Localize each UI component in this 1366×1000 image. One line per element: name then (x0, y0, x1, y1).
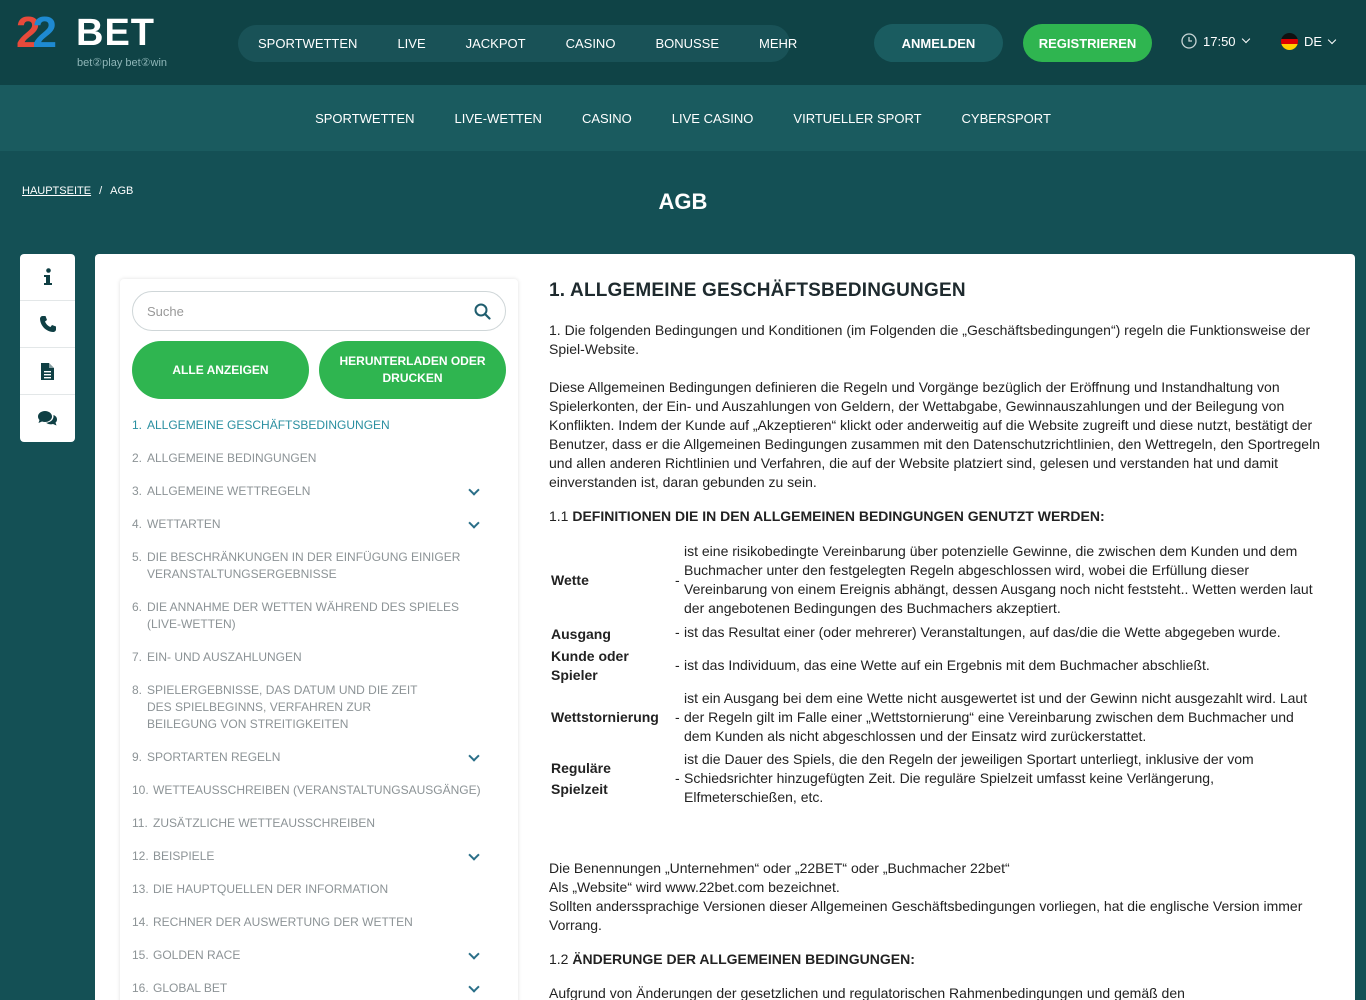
info-button[interactable] (20, 254, 75, 301)
time-value: 17:50 (1203, 33, 1236, 49)
definition-dash: - (675, 657, 680, 673)
definition-term: Reguläre Spielzeit (551, 760, 611, 797)
nav-mehr[interactable]: MEHR (759, 36, 797, 51)
definition-text: ist das Resultat einer (oder mehrerer) V… (684, 624, 1281, 640)
definition-text: ist ein Ausgang bei dem eine Wette nicht… (684, 690, 1308, 744)
document-icon (41, 362, 54, 380)
login-button[interactable]: ANMELDEN (874, 24, 1003, 62)
definition-term: Ausgang (551, 626, 611, 642)
chat-button[interactable] (20, 395, 75, 442)
toc-sidebar: ALLE ANZEIGEN HERUNTERLADEN ODER DRUCKEN… (120, 279, 518, 1000)
subsection-heading: 1.1 DEFINITIONEN DIE IN DEN ALLGEMEINEN … (549, 508, 1105, 524)
german-flag-icon (1281, 33, 1298, 50)
toc-item[interactable]: 11. ZUSÄTZLICHE WETTEAUSSCHREIBEN (132, 815, 492, 832)
chevron-down-icon (1241, 34, 1250, 44)
toc-item[interactable]: 16. GLOBAL BET (132, 980, 480, 997)
definition-text: ist die Dauer des Spiels, die den Regeln… (684, 751, 1254, 805)
subnav-sportwetten[interactable]: SPORTWETTEN (315, 111, 414, 126)
nav-sportwetten[interactable]: SPORTWETTEN (258, 36, 357, 51)
toc-item[interactable]: 7. EIN- UND AUSZAHLUNGEN (132, 649, 492, 666)
search-input[interactable] (147, 303, 474, 319)
search-icon[interactable] (474, 303, 491, 320)
chevron-down-icon[interactable] (468, 981, 480, 993)
section-title: 1. ALLGEMEINE GESCHÄFTSBEDINGUNGEN (549, 280, 966, 301)
sub-nav: SPORTWETTEN LIVE-WETTEN CASINO LIVE CASI… (0, 85, 1366, 151)
nav-casino[interactable]: CASINO (566, 36, 616, 51)
subsection-heading: 1.2 ÄNDERUNGE DER ALLGEMEINEN BEDINGUNGE… (549, 951, 915, 967)
nav-jackpot[interactable]: JACKPOT (466, 36, 526, 51)
logo-number: 22 (16, 8, 57, 57)
definition-term: Wettstornierung (551, 709, 659, 725)
logo-tagline: bet②play bet②win (77, 57, 168, 69)
subnav-virtueller-sport[interactable]: VIRTUELLER SPORT (793, 111, 921, 126)
toc-item[interactable]: 3. ALLGEMEINE WETTREGELN (132, 483, 480, 500)
paragraph: Diese Allgemeinen Bedingungen definieren… (549, 379, 1320, 490)
definition-dash: - (675, 572, 680, 588)
search-box (132, 291, 506, 331)
paragraph: Als „Website“ wird www.22bet.com bezeich… (549, 879, 840, 895)
toc-item[interactable]: 13. DIE HAUPTQUELLEN DER INFORMATION (132, 881, 492, 898)
info-icon (43, 268, 52, 285)
toc-item[interactable]: 12. BEISPIELE (132, 848, 480, 865)
language-value: DE (1304, 34, 1323, 49)
paragraph: Sollten anderssprachige Versionen dieser… (549, 898, 1303, 933)
page-title: AGB (658, 189, 708, 214)
toc-item[interactable]: 6. DIE ANNAHME DER WETTEN WÄHREND DES SPI… (132, 599, 472, 633)
time-selector[interactable]: 17:50 (1181, 33, 1250, 49)
main-nav: SPORTWETTEN LIVE JACKPOT CASINO BONUSSE … (238, 25, 797, 62)
register-button[interactable]: REGISTRIEREN (1023, 24, 1152, 62)
chevron-down-icon (1327, 35, 1337, 44)
subnav-live-wetten[interactable]: LIVE-WETTEN (455, 111, 542, 126)
toc-item[interactable]: 10. WETTEAUSSCHREIBEN (VERANSTALTUNGSAUSG… (132, 782, 492, 799)
toc-item[interactable]: 9. SPORTARTEN REGELN (132, 749, 480, 766)
definition-dash: - (675, 624, 680, 640)
toc-item[interactable]: 1. ALLGEMEINE GESCHÄFTSBEDINGUNGEN (132, 417, 492, 434)
show-all-button[interactable]: ALLE ANZEIGEN (132, 341, 309, 399)
toc-item[interactable]: 2. ALLGEMEINE BEDINGUNGEN (132, 450, 492, 467)
download-print-button[interactable]: HERUNTERLADEN ODER DRUCKEN (319, 341, 506, 399)
language-selector[interactable]: DE (1281, 33, 1337, 50)
terms-content: 1. ALLGEMEINE GESCHÄFTSBEDINGUNGEN 1. Di… (549, 280, 1324, 1000)
chevron-down-icon[interactable] (468, 750, 480, 762)
logo-brand: BET (76, 12, 155, 54)
toc-item[interactable]: 15. GOLDEN RACE (132, 947, 480, 964)
definition-text: ist das Individuum, das eine Wette auf e… (684, 657, 1210, 673)
phone-button[interactable] (20, 301, 75, 348)
toc-item[interactable]: 8. SPIELERGEBNISSE, DAS DATUM UND DIE ZEI… (132, 682, 432, 733)
toc-item[interactable]: 4. WETTARTEN (132, 516, 480, 533)
subnav-cybersport[interactable]: CYBERSPORT (962, 111, 1051, 126)
side-icon-bar (20, 254, 75, 442)
clock-icon (1181, 33, 1197, 49)
document-button[interactable] (20, 348, 75, 395)
toc-item[interactable]: 5. DIE BESCHRÄNKUNGEN IN DER EINFÜGUNG EI… (132, 549, 462, 583)
logo[interactable]: 22 BET bet②play bet②win (16, 8, 196, 72)
paragraph: Die Benennungen „Unternehmen“ oder „22BE… (549, 860, 1010, 876)
chevron-down-icon[interactable] (468, 948, 480, 960)
subnav-casino[interactable]: CASINO (582, 111, 632, 126)
chat-icon (38, 411, 57, 426)
paragraph: 1. Die folgenden Bedingungen und Konditi… (549, 322, 1311, 357)
definition-term: Kunde oder Spieler (551, 648, 629, 683)
phone-icon (39, 316, 56, 332)
definition-text: ist eine risikobedingte Vereinbarung übe… (684, 543, 1313, 616)
nav-live[interactable]: LIVE (397, 36, 425, 51)
subnav-live-casino[interactable]: LIVE CASINO (672, 111, 754, 126)
chevron-down-icon[interactable] (468, 484, 480, 496)
top-bar: 22 BET bet②play bet②win SPORTWETTEN LIVE… (0, 0, 1366, 85)
nav-bonusse[interactable]: BONUSSE (655, 36, 719, 51)
definition-term: Wette (551, 572, 589, 588)
toc-item[interactable]: 14. RECHNER DER AUSWERTUNG DER WETTEN (132, 914, 492, 931)
chevron-down-icon[interactable] (468, 849, 480, 861)
definition-dash: - (675, 770, 680, 786)
paragraph: Aufgrund von Änderungen der gesetzlichen… (549, 985, 1185, 1000)
definition-dash: - (675, 709, 680, 725)
chevron-down-icon[interactable] (468, 517, 480, 529)
